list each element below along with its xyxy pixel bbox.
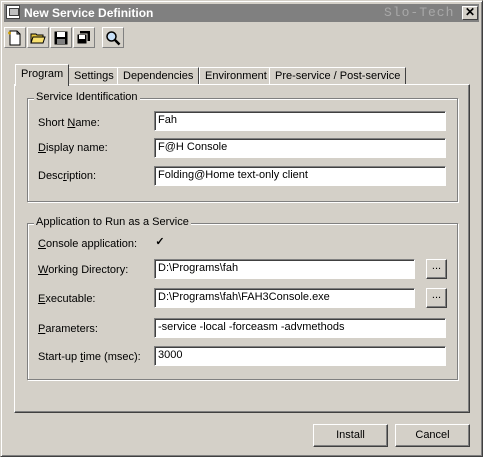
executable-label: Executable: <box>38 293 96 305</box>
tab-settings[interactable]: Settings <box>68 67 120 84</box>
find-button[interactable] <box>102 27 124 48</box>
startup-time-input[interactable]: 3000 <box>154 346 446 366</box>
open-folder-icon <box>30 33 46 44</box>
save-all-icon <box>76 31 90 45</box>
startup-time-label: Start-up time (msec): <box>38 351 141 363</box>
program-tab-panel: Service Identification Short Name: Fah D… <box>14 84 470 413</box>
description-label: Description: <box>38 170 97 182</box>
app-icon <box>6 5 20 19</box>
group-title: Application to Run as a Service <box>34 216 191 228</box>
watermark-text: Slo-Tech <box>384 5 455 20</box>
title-bar[interactable]: New Service Definition Slo-Tech ✕ <box>4 4 479 22</box>
cancel-button[interactable]: Cancel <box>395 424 470 447</box>
parameters-input[interactable]: -service -local -forceasm -advmethods <box>154 318 446 338</box>
tab-environment[interactable]: Environment <box>199 67 273 84</box>
description-input[interactable]: Folding@Home text-only client <box>154 166 446 186</box>
display-name-label: Display name: <box>38 142 108 154</box>
browse-working-directory-button[interactable]: ... <box>426 259 447 279</box>
working-directory-input[interactable]: D:\Programs\fah <box>154 259 415 279</box>
console-application-label: Console application: <box>38 238 138 250</box>
tab-pre-post-service[interactable]: Pre-service / Post-service <box>269 67 407 84</box>
open-button[interactable] <box>27 27 49 48</box>
new-button[interactable] <box>4 27 26 48</box>
browse-executable-button[interactable]: ... <box>426 288 447 308</box>
working-directory-label: Working Directory: <box>38 264 129 276</box>
tab-dependencies[interactable]: Dependencies <box>117 67 200 84</box>
save-disk-icon <box>54 31 68 45</box>
display-name-input[interactable]: F@H Console <box>154 138 446 158</box>
group-title: Service Identification <box>34 91 140 103</box>
install-button[interactable]: Install <box>313 424 388 447</box>
short-name-label: Short Name: <box>38 117 100 129</box>
save-all-button[interactable] <box>73 27 95 48</box>
dialog-window: New Service Definition Slo-Tech ✕ Progra… <box>0 0 483 457</box>
new-icon <box>8 30 21 46</box>
window-title: New Service Definition <box>24 6 154 20</box>
short-name-input[interactable]: Fah <box>154 111 446 131</box>
save-button[interactable] <box>50 27 72 48</box>
tab-program[interactable]: Program <box>15 64 70 86</box>
executable-input[interactable]: D:\Programs\fah\FAH3Console.exe <box>154 288 415 308</box>
console-application-checkbox[interactable]: ✓ <box>154 237 166 249</box>
parameters-label: Parameters: <box>38 323 98 335</box>
close-button[interactable]: ✕ <box>462 6 478 20</box>
search-icon <box>106 31 121 46</box>
